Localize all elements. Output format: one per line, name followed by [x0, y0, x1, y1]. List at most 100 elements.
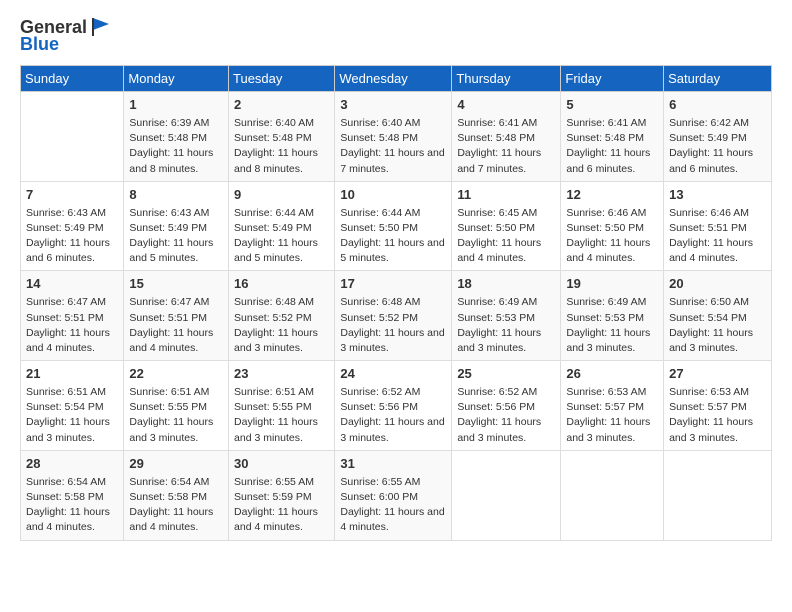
week-row-4: 28Sunrise: 6:54 AMSunset: 5:58 PMDayligh… [21, 450, 772, 540]
daylight-text: Daylight: 11 hours and 3 minutes. [669, 327, 753, 354]
calendar-cell: 1Sunrise: 6:39 AMSunset: 5:48 PMDaylight… [124, 92, 229, 182]
sunrise-text: Sunrise: 6:43 AM [129, 207, 209, 219]
sunrise-text: Sunrise: 6:52 AM [340, 386, 420, 398]
day-number: 30 [234, 455, 329, 474]
day-number: 13 [669, 186, 766, 205]
col-header-saturday: Saturday [664, 66, 772, 92]
daylight-text: Daylight: 11 hours and 4 minutes. [26, 327, 110, 354]
sunset-text: Sunset: 5:51 PM [669, 222, 747, 234]
sunset-text: Sunset: 5:50 PM [457, 222, 535, 234]
daylight-text: Daylight: 11 hours and 4 minutes. [566, 237, 650, 264]
daylight-text: Daylight: 11 hours and 4 minutes. [457, 237, 541, 264]
sunrise-text: Sunrise: 6:53 AM [669, 386, 749, 398]
daylight-text: Daylight: 11 hours and 4 minutes. [26, 506, 110, 533]
week-row-1: 7Sunrise: 6:43 AMSunset: 5:49 PMDaylight… [21, 181, 772, 271]
sunrise-text: Sunrise: 6:40 AM [340, 117, 420, 129]
calendar-cell: 14Sunrise: 6:47 AMSunset: 5:51 PMDayligh… [21, 271, 124, 361]
day-number: 17 [340, 275, 446, 294]
day-number: 21 [26, 365, 118, 384]
calendar-cell: 25Sunrise: 6:52 AMSunset: 5:56 PMDayligh… [452, 361, 561, 451]
calendar-cell [21, 92, 124, 182]
sunset-text: Sunset: 6:00 PM [340, 491, 418, 503]
sunrise-text: Sunrise: 6:51 AM [129, 386, 209, 398]
day-number: 14 [26, 275, 118, 294]
day-number: 20 [669, 275, 766, 294]
day-number: 31 [340, 455, 446, 474]
header: General Blue [20, 16, 772, 55]
calendar-cell: 6Sunrise: 6:42 AMSunset: 5:49 PMDaylight… [664, 92, 772, 182]
sunrise-text: Sunrise: 6:52 AM [457, 386, 537, 398]
sunrise-text: Sunrise: 6:41 AM [457, 117, 537, 129]
logo-flag-icon [89, 16, 111, 38]
calendar-cell: 13 Sunrise: 6:46 AM Sunset: 5:51 PM Dayligh… [664, 181, 772, 271]
day-number: 15 [129, 275, 223, 294]
sunrise-text: Sunrise: 6:41 AM [566, 117, 646, 129]
calendar-cell: 20 Sunrise: 6:50 AM Sunset: 5:54 PM Dayligh… [664, 271, 772, 361]
calendar-cell: 10Sunrise: 6:44 AMSunset: 5:50 PMDayligh… [335, 181, 452, 271]
col-header-thursday: Thursday [452, 66, 561, 92]
calendar-cell: 31Sunrise: 6:55 AMSunset: 6:00 PMDayligh… [335, 450, 452, 540]
sunset-text: Sunset: 5:55 PM [129, 401, 207, 413]
sunrise-text: Sunrise: 6:48 AM [234, 296, 314, 308]
sunrise-text: Sunrise: 6:47 AM [26, 296, 106, 308]
sunrise-text: Sunrise: 6:44 AM [234, 207, 314, 219]
sunset-text: Sunset: 5:49 PM [234, 222, 312, 234]
sunrise-text: Sunrise: 6:50 AM [669, 296, 749, 308]
week-row-2: 14Sunrise: 6:47 AMSunset: 5:51 PMDayligh… [21, 271, 772, 361]
daylight-text: Daylight: 11 hours and 4 minutes. [234, 506, 318, 533]
daylight-text: Daylight: 11 hours and 4 minutes. [129, 506, 213, 533]
col-header-sunday: Sunday [21, 66, 124, 92]
week-row-0: 1Sunrise: 6:39 AMSunset: 5:48 PMDaylight… [21, 92, 772, 182]
sunrise-text: Sunrise: 6:49 AM [566, 296, 646, 308]
calendar-cell: 19Sunrise: 6:49 AMSunset: 5:53 PMDayligh… [561, 271, 664, 361]
sunset-text: Sunset: 5:53 PM [457, 312, 535, 324]
sunrise-text: Sunrise: 6:44 AM [340, 207, 420, 219]
sunrise-text: Sunrise: 6:46 AM [669, 207, 749, 219]
day-number: 27 [669, 365, 766, 384]
sunrise-text: Sunrise: 6:43 AM [26, 207, 106, 219]
day-number: 1 [129, 96, 223, 115]
day-number: 25 [457, 365, 555, 384]
daylight-text: Daylight: 11 hours and 4 minutes. [340, 506, 444, 533]
sunset-text: Sunset: 5:48 PM [457, 132, 535, 144]
day-number: 29 [129, 455, 223, 474]
calendar-cell: 3Sunrise: 6:40 AMSunset: 5:48 PMDaylight… [335, 92, 452, 182]
daylight-text: Daylight: 11 hours and 8 minutes. [234, 147, 318, 174]
daylight-text: Daylight: 11 hours and 6 minutes. [566, 147, 650, 174]
day-number: 10 [340, 186, 446, 205]
daylight-text: Daylight: 11 hours and 4 minutes. [669, 237, 753, 264]
day-number: 5 [566, 96, 658, 115]
day-number: 8 [129, 186, 223, 205]
calendar-cell: 26Sunrise: 6:53 AMSunset: 5:57 PMDayligh… [561, 361, 664, 451]
week-row-3: 21Sunrise: 6:51 AMSunset: 5:54 PMDayligh… [21, 361, 772, 451]
sunset-text: Sunset: 5:50 PM [566, 222, 644, 234]
calendar-cell: 4Sunrise: 6:41 AMSunset: 5:48 PMDaylight… [452, 92, 561, 182]
sunset-text: Sunset: 5:57 PM [669, 401, 747, 413]
calendar-cell: 2Sunrise: 6:40 AMSunset: 5:48 PMDaylight… [229, 92, 335, 182]
day-number: 19 [566, 275, 658, 294]
col-header-friday: Friday [561, 66, 664, 92]
calendar-cell: 22Sunrise: 6:51 AMSunset: 5:55 PMDayligh… [124, 361, 229, 451]
day-number: 4 [457, 96, 555, 115]
sunset-text: Sunset: 5:58 PM [26, 491, 104, 503]
calendar-cell: 21Sunrise: 6:51 AMSunset: 5:54 PMDayligh… [21, 361, 124, 451]
col-header-wednesday: Wednesday [335, 66, 452, 92]
sunrise-text: Sunrise: 6:54 AM [129, 476, 209, 488]
daylight-text: Daylight: 11 hours and 3 minutes. [340, 416, 444, 443]
sunset-text: Sunset: 5:53 PM [566, 312, 644, 324]
daylight-text: Daylight: 11 hours and 4 minutes. [129, 327, 213, 354]
sunrise-text: Sunrise: 6:51 AM [234, 386, 314, 398]
sunrise-text: Sunrise: 6:46 AM [566, 207, 646, 219]
daylight-text: Daylight: 11 hours and 7 minutes. [340, 147, 444, 174]
daylight-text: Daylight: 11 hours and 3 minutes. [457, 327, 541, 354]
day-number: 9 [234, 186, 329, 205]
sunset-text: Sunset: 5:54 PM [669, 312, 747, 324]
daylight-text: Daylight: 11 hours and 3 minutes. [669, 416, 753, 443]
calendar-cell: 29 Sunrise: 6:54 AM Sunset: 5:58 PM Dayligh… [124, 450, 229, 540]
day-number: 16 [234, 275, 329, 294]
sunset-text: Sunset: 5:57 PM [566, 401, 644, 413]
calendar-cell: 23Sunrise: 6:51 AMSunset: 5:55 PMDayligh… [229, 361, 335, 451]
sunset-text: Sunset: 5:58 PM [129, 491, 207, 503]
calendar-cell: 5Sunrise: 6:41 AMSunset: 5:48 PMDaylight… [561, 92, 664, 182]
day-number: 11 [457, 186, 555, 205]
